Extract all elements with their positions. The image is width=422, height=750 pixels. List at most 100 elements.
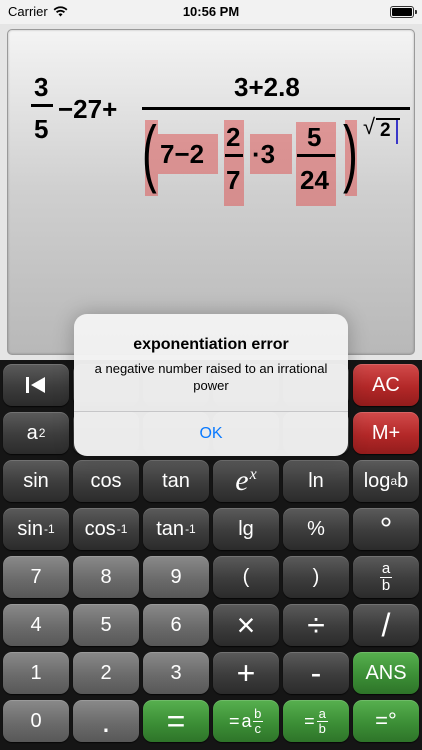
eq-mixed-prefix: = xyxy=(228,710,240,731)
cos-button[interactable]: cos xyxy=(73,460,139,502)
digit-3-button[interactable]: 3 xyxy=(143,652,209,694)
fraction-glyph: a b xyxy=(379,559,393,594)
eq-mixed-frac: b c xyxy=(252,707,264,736)
arctan-label: tan xyxy=(156,517,185,540)
slash-label: / xyxy=(381,606,391,643)
ln-button[interactable]: ln xyxy=(283,460,349,502)
term1-denominator: 5 xyxy=(34,114,49,144)
left-paren: ( xyxy=(142,111,157,194)
exp-button[interactable]: ex xyxy=(213,460,279,502)
fraction-button[interactable]: a b xyxy=(353,556,419,598)
fraction-a: a xyxy=(381,559,391,577)
exp-label: ex xyxy=(235,464,256,498)
alert-ok-button[interactable]: OK xyxy=(74,412,348,456)
skip-back-icon xyxy=(26,377,45,393)
right-paren: ) xyxy=(343,111,358,194)
degree-label: ° xyxy=(379,510,393,547)
square-base: a xyxy=(26,421,38,444)
arccos-exp: -1 xyxy=(116,522,128,536)
degree-button[interactable]: ° xyxy=(353,508,419,550)
digit-2-label: 2 xyxy=(100,661,112,684)
decimal-point-label: . xyxy=(101,702,111,739)
main-fraction-bar xyxy=(142,107,410,110)
digit-9-button[interactable]: 9 xyxy=(143,556,209,598)
square-button[interactable]: a2 xyxy=(3,412,69,454)
arcsin-button[interactable]: sin -1 xyxy=(3,508,69,550)
equals-degree-button[interactable]: =° xyxy=(353,700,419,742)
arctan-button[interactable]: tan -1 xyxy=(143,508,209,550)
text-cursor xyxy=(396,120,398,144)
percent-button[interactable]: % xyxy=(283,508,349,550)
expression-middle: −27+ xyxy=(58,94,118,124)
mixed1-denominator: 7 xyxy=(226,165,241,195)
open-paren-button[interactable]: ( xyxy=(213,556,279,598)
multiply-label: × xyxy=(236,606,256,643)
divide-button[interactable]: ÷ xyxy=(283,604,349,646)
root-value: 2 xyxy=(380,120,391,141)
mixed1-fraction-bar xyxy=(225,154,243,157)
mixed2-denominator: 24 xyxy=(300,165,329,195)
slash-button[interactable]: / xyxy=(353,604,419,646)
status-time: 10:56 PM xyxy=(182,4,240,19)
equals-fraction-button[interactable]: = a b xyxy=(283,700,349,742)
eq-frac: a b xyxy=(316,705,328,735)
eq-mixed-c: c xyxy=(252,720,264,736)
close-paren-label: ) xyxy=(312,565,320,588)
digit-7-label: 7 xyxy=(30,565,42,588)
tan-label: tan xyxy=(162,469,190,492)
arccos-label: cos xyxy=(84,517,116,540)
term1-fraction-bar xyxy=(31,104,53,107)
mixed2-fraction-bar xyxy=(297,154,335,157)
status-bar: Carrier 10:56 PM xyxy=(0,0,422,24)
ac-button[interactable]: AC xyxy=(353,364,419,406)
log-base-button[interactable]: log a b xyxy=(353,460,419,502)
digit-6-label: 6 xyxy=(170,613,182,636)
back-button[interactable] xyxy=(3,364,69,406)
main-numerator: 3+2.8 xyxy=(234,72,300,102)
equals-button[interactable]: = xyxy=(143,700,209,742)
arccos-button[interactable]: cos -1 xyxy=(73,508,139,550)
divide-label: ÷ xyxy=(307,606,325,643)
root-sign: √ xyxy=(363,114,376,139)
digit-0-label: 0 xyxy=(30,709,42,732)
plus-button[interactable]: + xyxy=(213,652,279,694)
digit-1-label: 1 xyxy=(30,661,42,684)
decimal-point-button[interactable]: . xyxy=(73,700,139,742)
log-arg: b xyxy=(397,469,409,492)
digit-0-button[interactable]: 0 xyxy=(3,700,69,742)
cos-label: cos xyxy=(90,469,122,492)
multiply-button[interactable]: × xyxy=(213,604,279,646)
digit-8-button[interactable]: 8 xyxy=(73,556,139,598)
tan-button[interactable]: tan xyxy=(143,460,209,502)
ans-button[interactable]: ANS xyxy=(353,652,419,694)
mixed2-numerator: 5 xyxy=(307,122,322,152)
eq-frac-prefix: = xyxy=(304,710,315,731)
sin-label: sin xyxy=(23,469,49,492)
digit-8-label: 8 xyxy=(100,565,112,588)
expression-display[interactable]: 3 5 −27+ 3+2.8 ( ) 7−2 2 7 ·3 5 24 √ 2 xyxy=(7,29,415,355)
eq-deg-label: =° xyxy=(375,708,397,733)
ln-label: ln xyxy=(308,469,324,492)
close-paren-button[interactable]: ) xyxy=(283,556,349,598)
sin-button[interactable]: sin xyxy=(3,460,69,502)
m-plus-button[interactable]: M+ xyxy=(353,412,419,454)
digit-6-button[interactable]: 6 xyxy=(143,604,209,646)
equals-mixed-fraction-button[interactable]: = a b c xyxy=(213,700,279,742)
percent-label: % xyxy=(307,517,325,540)
digit-5-button[interactable]: 5 xyxy=(73,604,139,646)
plus-label: + xyxy=(236,654,256,691)
minus-button[interactable]: - xyxy=(283,652,349,694)
open-paren-label: ( xyxy=(242,565,250,588)
term1-numerator: 3 xyxy=(34,72,49,102)
digit-4-button[interactable]: 4 xyxy=(3,604,69,646)
digit-1-button[interactable]: 1 xyxy=(3,652,69,694)
digit-7-button[interactable]: 7 xyxy=(3,556,69,598)
eq-frac-a: a xyxy=(318,705,326,721)
error-alert: exponentiation error a negative number r… xyxy=(74,314,348,456)
arctan-exp: -1 xyxy=(185,522,196,536)
lg-button[interactable]: lg xyxy=(213,508,279,550)
alert-title: exponentiation error xyxy=(133,336,289,353)
equals-label: = xyxy=(166,702,186,739)
exp-base: e xyxy=(235,464,249,497)
digit-2-button[interactable]: 2 xyxy=(73,652,139,694)
